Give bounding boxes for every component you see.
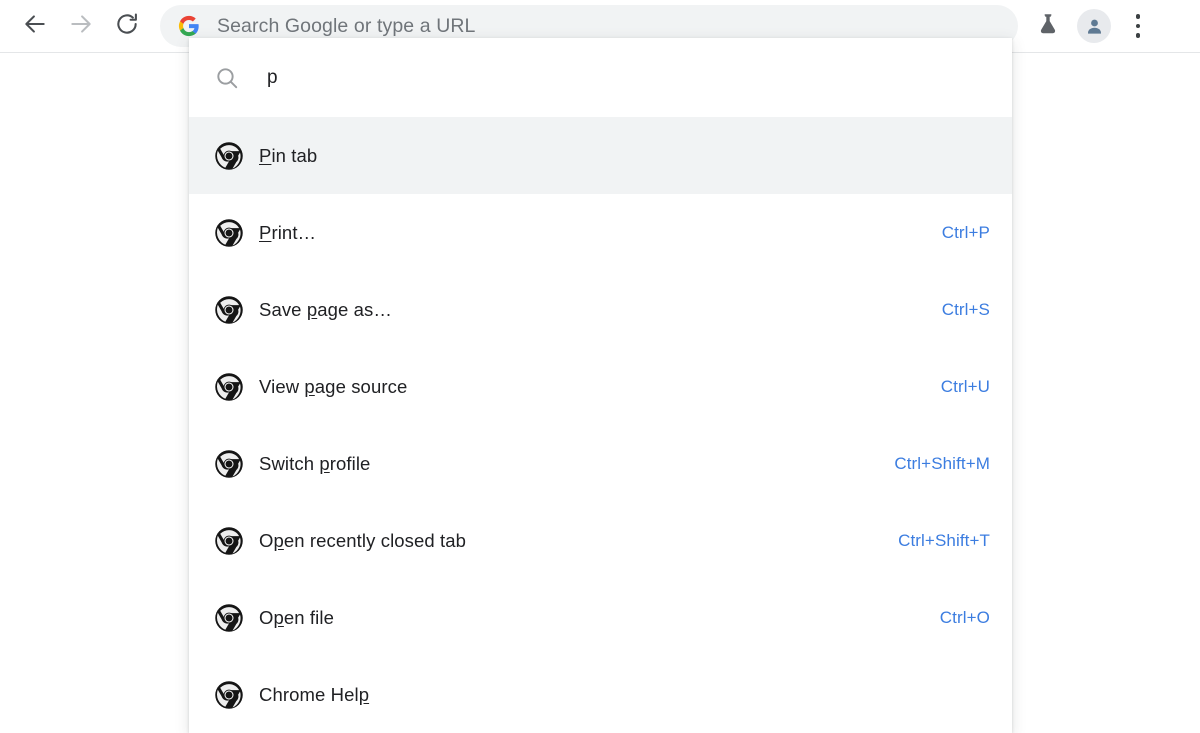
menu-item-shortcut: Ctrl+O — [939, 607, 990, 627]
menu-item[interactable]: Save page as… Ctrl+S — [189, 271, 1012, 348]
back-button[interactable] — [12, 3, 58, 49]
chrome-icon — [214, 295, 244, 325]
menu-item-label: Open recently closed tab — [259, 529, 467, 551]
menu-item[interactable]: Switch profile Ctrl+Shift+M — [189, 425, 1012, 502]
chrome-icon — [214, 603, 244, 633]
menu-item-label: Open file — [259, 606, 334, 628]
menu-item-label: Pin tab — [259, 144, 318, 166]
menu-item-mnemonic: p — [273, 606, 284, 628]
menu-item-mnemonic: p — [304, 375, 315, 397]
menu-item-shortcut: Ctrl+S — [941, 299, 990, 319]
menu-item-mnemonic: P — [259, 144, 272, 166]
menu-search-dropdown: p Pin tab Print… Ctrl+P Save page as… Ctrl+S… — [189, 38, 1012, 733]
menu-item[interactable]: Open recently closed tab Ctrl+Shift+T — [189, 502, 1012, 579]
forward-arrow-icon — [68, 11, 94, 42]
menu-item[interactable]: Print… Ctrl+P — [189, 194, 1012, 271]
chrome-icon — [214, 449, 244, 479]
menu-item-label: Switch profile — [259, 452, 371, 474]
menu-item-label: Chrome Help — [259, 683, 370, 705]
menu-item-list: Pin tab Print… Ctrl+P Save page as… Ctrl+S Vi… — [189, 117, 1012, 733]
menu-item-mnemonic: p — [319, 452, 330, 474]
forward-button[interactable] — [58, 3, 104, 49]
menu-item[interactable]: Pin tab — [189, 117, 1012, 194]
menu-item-label: View page source — [259, 375, 408, 397]
chrome-menu-button[interactable] — [1116, 4, 1160, 48]
browser-window: Search Google or type a URL p Pin tab Pr… — [0, 0, 1200, 733]
menu-item-mnemonic: p — [306, 298, 318, 320]
chrome-icon — [214, 526, 244, 556]
chrome-icon — [214, 680, 244, 710]
address-bar-placeholder: Search Google or type a URL — [217, 14, 476, 37]
menu-item-shortcut: Ctrl+P — [941, 222, 990, 242]
avatar — [1077, 9, 1111, 43]
reload-button[interactable] — [104, 3, 150, 49]
menu-search-field[interactable]: p — [189, 38, 1012, 117]
menu-item-label: Save page as… — [259, 298, 392, 320]
menu-item[interactable]: View page source Ctrl+U — [189, 348, 1012, 425]
menu-item-mnemonic: p — [358, 683, 370, 705]
chrome-icon — [214, 141, 244, 171]
chrome-icon — [214, 372, 244, 402]
chrome-icon — [214, 218, 244, 248]
menu-item-shortcut: Ctrl+U — [940, 376, 990, 396]
menu-item-label: Print… — [259, 221, 317, 243]
menu-item[interactable]: Open file Ctrl+O — [189, 579, 1012, 656]
google-logo-icon — [178, 15, 200, 37]
flask-icon — [1036, 12, 1060, 41]
chrome-labs-button[interactable] — [1026, 4, 1070, 48]
reload-icon — [114, 11, 140, 42]
back-arrow-icon — [22, 11, 48, 42]
profile-button[interactable] — [1072, 4, 1116, 48]
menu-search-query: p — [267, 66, 278, 88]
menu-item-shortcut: Ctrl+Shift+T — [898, 530, 990, 550]
menu-item-mnemonic: P — [259, 221, 272, 243]
three-dot-menu-icon — [1135, 14, 1141, 38]
menu-item-shortcut: Ctrl+Shift+M — [894, 453, 990, 473]
search-icon — [214, 65, 240, 91]
menu-item[interactable]: Chrome Help — [189, 656, 1012, 733]
menu-item-mnemonic: p — [273, 529, 284, 551]
